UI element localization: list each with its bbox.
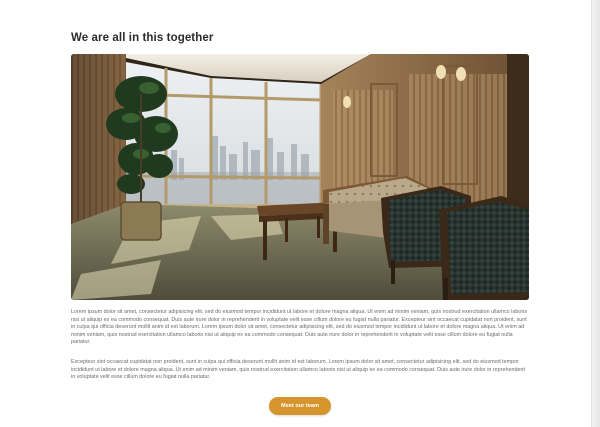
- section-title: We are all in this together: [71, 32, 214, 44]
- page-scroll-edge: [591, 0, 600, 427]
- meet-our-team-button[interactable]: Meet our team: [269, 397, 331, 415]
- lounge-photo: [71, 54, 529, 300]
- body-paragraph: Lorem ipsum dolor sit amet, consectetur …: [71, 309, 528, 346]
- body-paragraph: Excepteur sint occaecat cupidatat non pr…: [71, 359, 525, 381]
